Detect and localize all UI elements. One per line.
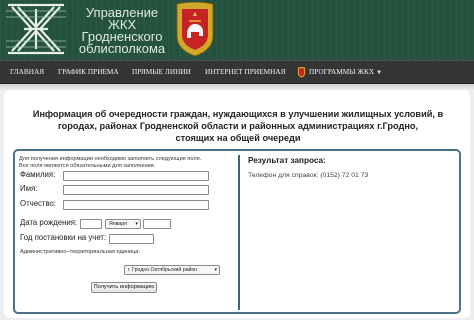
chevron-down-icon: ▾: [135, 221, 138, 227]
birth-date-label: Дата рождения:: [20, 218, 78, 227]
column-divider: [238, 155, 240, 310]
result-phone: Телефон для справок: (0152) 72 01 73: [248, 172, 369, 179]
chevron-down-icon: ▾: [214, 267, 217, 273]
birth-month-select[interactable]: Января ▾: [105, 219, 141, 229]
nav-item-programs-label: ПРОГРАММЫ ЖКХ: [309, 67, 375, 76]
nav-item-direct-lines[interactable]: ПРЯМЫЕ ЛИНИИ: [132, 61, 191, 83]
main-navigation: ГЛАВНАЯ ГРАФИК ПРИЕМА ПРЯМЫЕ ЛИНИИ ИНТЕР…: [0, 60, 474, 84]
name-input[interactable]: [63, 185, 209, 195]
nav-item-home[interactable]: ГЛАВНАЯ: [10, 61, 44, 83]
get-info-button[interactable]: Получить информацию: [91, 282, 157, 293]
nav-item-schedule[interactable]: ГРАФИК ПРИЕМА: [58, 61, 119, 83]
admin-unit-select[interactable]: г. Гродно Октябрьский район ▾: [124, 265, 220, 275]
patronymic-input[interactable]: [63, 200, 209, 210]
queue-year-input[interactable]: [109, 234, 154, 244]
nav-item-programs[interactable]: ПРОГРАММЫ ЖКХ ▼: [297, 61, 382, 83]
page-title: Информация об очередности граждан, нужда…: [32, 109, 444, 143]
site-title[interactable]: Управление ЖКХ Гродненского облисполкома: [72, 6, 172, 55]
queue-year-label: Год постановки на учет:: [20, 233, 107, 242]
zhkh-logo-icon[interactable]: [2, 1, 70, 57]
surname-label: Фамилия:: [20, 170, 56, 179]
nav-item-internet-reception[interactable]: ИНТЕРНЕТ ПРИЕМНАЯ: [205, 61, 285, 83]
result-title: Результат запроса:: [248, 156, 326, 165]
patronymic-label: Отчество:: [20, 199, 57, 208]
chevron-down-icon: ▼: [376, 70, 383, 76]
admin-unit-label: Административно–территориальная единица:: [20, 249, 140, 255]
site-header: Управление ЖКХ Гродненского облисполкома: [0, 0, 474, 60]
birth-year-input[interactable]: [143, 219, 171, 229]
coat-of-arms-icon: [297, 66, 306, 78]
birth-day-input[interactable]: [80, 219, 102, 229]
query-frame: Для получения информации необходимо запо…: [13, 149, 461, 314]
coat-of-arms-icon: [176, 2, 214, 57]
content-panel: Информация об очередности граждан, нужда…: [4, 90, 470, 318]
form-help-text: Для получения информации необходимо запо…: [19, 156, 202, 169]
surname-input[interactable]: [63, 171, 209, 181]
name-label: Имя:: [20, 184, 38, 193]
